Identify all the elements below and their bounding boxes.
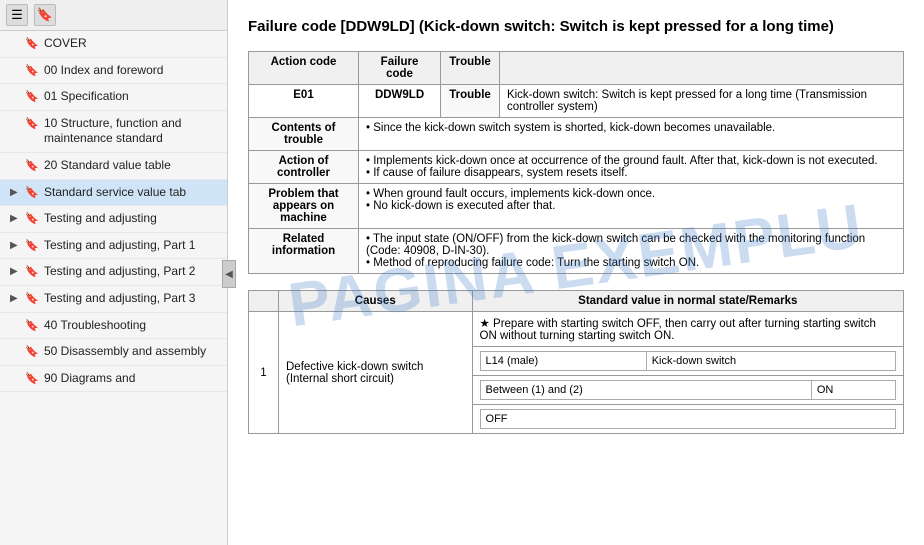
bookmark-icon-4: 🔖 — [25, 159, 39, 173]
bookmark-icon-7: 🔖 — [25, 239, 39, 253]
sidebar-item-8[interactable]: ▶🔖 Testing and adjusting, Part 2 — [0, 259, 227, 286]
sidebar-item-9[interactable]: ▶🔖 Testing and adjusting, Part 3 — [0, 286, 227, 313]
sidebar-item-7[interactable]: ▶🔖 Testing and adjusting, Part 1 — [0, 233, 227, 260]
sidebar-item-3[interactable]: 🔖 10 Structure, function and maintenance … — [0, 111, 227, 153]
sidebar-item-label-3: 10 Structure, function and maintenance s… — [44, 116, 221, 147]
cause-prepare: ★ Prepare with starting switch OFF, then… — [472, 312, 903, 347]
action-code-value: E01 — [249, 85, 359, 118]
col-standard: Standard value in normal state/Remarks — [472, 291, 903, 312]
sidebar-item-0[interactable]: 🔖 COVER — [0, 31, 227, 58]
cause-num: 1 — [249, 312, 279, 434]
bookmark-icon-11: 🔖 — [25, 345, 39, 359]
description-value: Kick-down switch: Switch is kept pressed… — [499, 85, 903, 118]
sidebar-arrow-7: ▶ — [10, 239, 22, 252]
menu-icon[interactable]: ☰ — [6, 4, 28, 26]
sidebar-items: 🔖 COVER 🔖 00 Index and foreword 🔖 01 Specific… — [0, 31, 227, 545]
contents-value: • Since the kick-down switch system is s… — [359, 118, 904, 151]
bookmark-icon[interactable]: 🔖 — [34, 4, 56, 26]
col-trouble: Trouble — [441, 52, 500, 85]
bookmark-icon-1: 🔖 — [25, 64, 39, 78]
sidebar-item-6[interactable]: ▶🔖 Testing and adjusting — [0, 206, 227, 233]
cause-check2-off: OFF — [472, 405, 903, 434]
bookmark-icon-9: 🔖 — [25, 292, 39, 306]
action-label: Action of controller — [249, 151, 359, 184]
related-value: • The input state (ON/OFF) from the kick… — [359, 229, 904, 274]
sidebar-item-label-1: 00 Index and foreword — [44, 63, 163, 79]
bookmark-icon-10: 🔖 — [25, 319, 39, 333]
bookmark-icon-6: 🔖 — [25, 212, 39, 226]
action-value: • Implements kick-down once at occurrenc… — [359, 151, 904, 184]
bookmark-icon-8: 🔖 — [25, 265, 39, 279]
trouble-label: Trouble — [441, 85, 500, 118]
sidebar-item-label-4: 20 Standard value table — [44, 158, 171, 174]
sidebar-collapse-button[interactable]: ◀ — [222, 260, 236, 288]
bookmark-icon-12: 🔖 — [25, 372, 39, 386]
failure-code-value: DDW9LD — [359, 85, 441, 118]
bookmark-icon-3: 🔖 — [25, 117, 39, 131]
col-failure-code: Failure code — [359, 52, 441, 85]
sidebar-item-label-6: Testing and adjusting — [44, 211, 157, 227]
col-causes: Causes — [279, 291, 473, 312]
sidebar-item-label-8: Testing and adjusting, Part 2 — [44, 264, 195, 280]
sidebar-arrow-6: ▶ — [10, 212, 22, 225]
cause-check2-on: Between (1) and (2) ON — [472, 376, 903, 405]
sidebar-item-label-9: Testing and adjusting, Part 3 — [44, 291, 195, 307]
page-title: Failure code [DDW9LD] (Kick-down switch:… — [248, 16, 904, 37]
col-description — [499, 52, 903, 85]
causes-table: Causes Standard value in normal state/Re… — [248, 290, 904, 434]
sidebar-item-10[interactable]: 🔖 40 Troubleshooting — [0, 313, 227, 340]
main-content: PAGINA EXEMPLU Failure code [DDW9LD] (Ki… — [228, 0, 924, 545]
col-action-code: Action code — [249, 52, 359, 85]
sidebar: ☰ 🔖 🔖 COVER 🔖 00 Index and foreword 🔖 01 Spec… — [0, 0, 228, 545]
sidebar-arrow-9: ▶ — [10, 292, 22, 305]
sidebar-arrow-8: ▶ — [10, 265, 22, 278]
sidebar-item-11[interactable]: 🔖 50 Disassembly and assembly — [0, 339, 227, 366]
bookmark-icon-0: 🔖 — [25, 37, 39, 51]
sidebar-item-5[interactable]: ▶🔖 Standard service value tab — [0, 180, 227, 207]
info-table: Action code Failure code Trouble E01 DDW… — [248, 51, 904, 274]
sidebar-item-2[interactable]: 🔖 01 Specification — [0, 84, 227, 111]
sidebar-item-label-7: Testing and adjusting, Part 1 — [44, 238, 195, 254]
problem-value: • When ground fault occurs, implements k… — [359, 184, 904, 229]
sidebar-item-label-12: 90 Diagrams and — [44, 371, 135, 387]
sidebar-item-12[interactable]: 🔖 90 Diagrams and — [0, 366, 227, 393]
sidebar-item-label-10: 40 Troubleshooting — [44, 318, 146, 334]
sidebar-toolbar: ☰ 🔖 — [0, 0, 227, 31]
sidebar-item-label-11: 50 Disassembly and assembly — [44, 344, 206, 360]
bookmark-icon-2: 🔖 — [25, 90, 39, 104]
sidebar-item-label-0: COVER — [44, 36, 87, 52]
contents-label: Contents of trouble — [249, 118, 359, 151]
bookmark-icon-5: 🔖 — [25, 186, 39, 200]
sidebar-item-label-5: Standard service value tab — [44, 185, 186, 201]
sidebar-item-1[interactable]: 🔖 00 Index and foreword — [0, 58, 227, 85]
cause-check1: L14 (male) Kick-down switch — [472, 347, 903, 376]
sidebar-item-4[interactable]: 🔖 20 Standard value table — [0, 153, 227, 180]
sidebar-item-label-2: 01 Specification — [44, 89, 129, 105]
cause-text: Defective kick-down switch (Internal sho… — [279, 312, 473, 434]
col-num — [249, 291, 279, 312]
related-label: Related information — [249, 229, 359, 274]
problem-label: Problem that appears on machine — [249, 184, 359, 229]
sidebar-arrow-5: ▶ — [10, 186, 22, 199]
